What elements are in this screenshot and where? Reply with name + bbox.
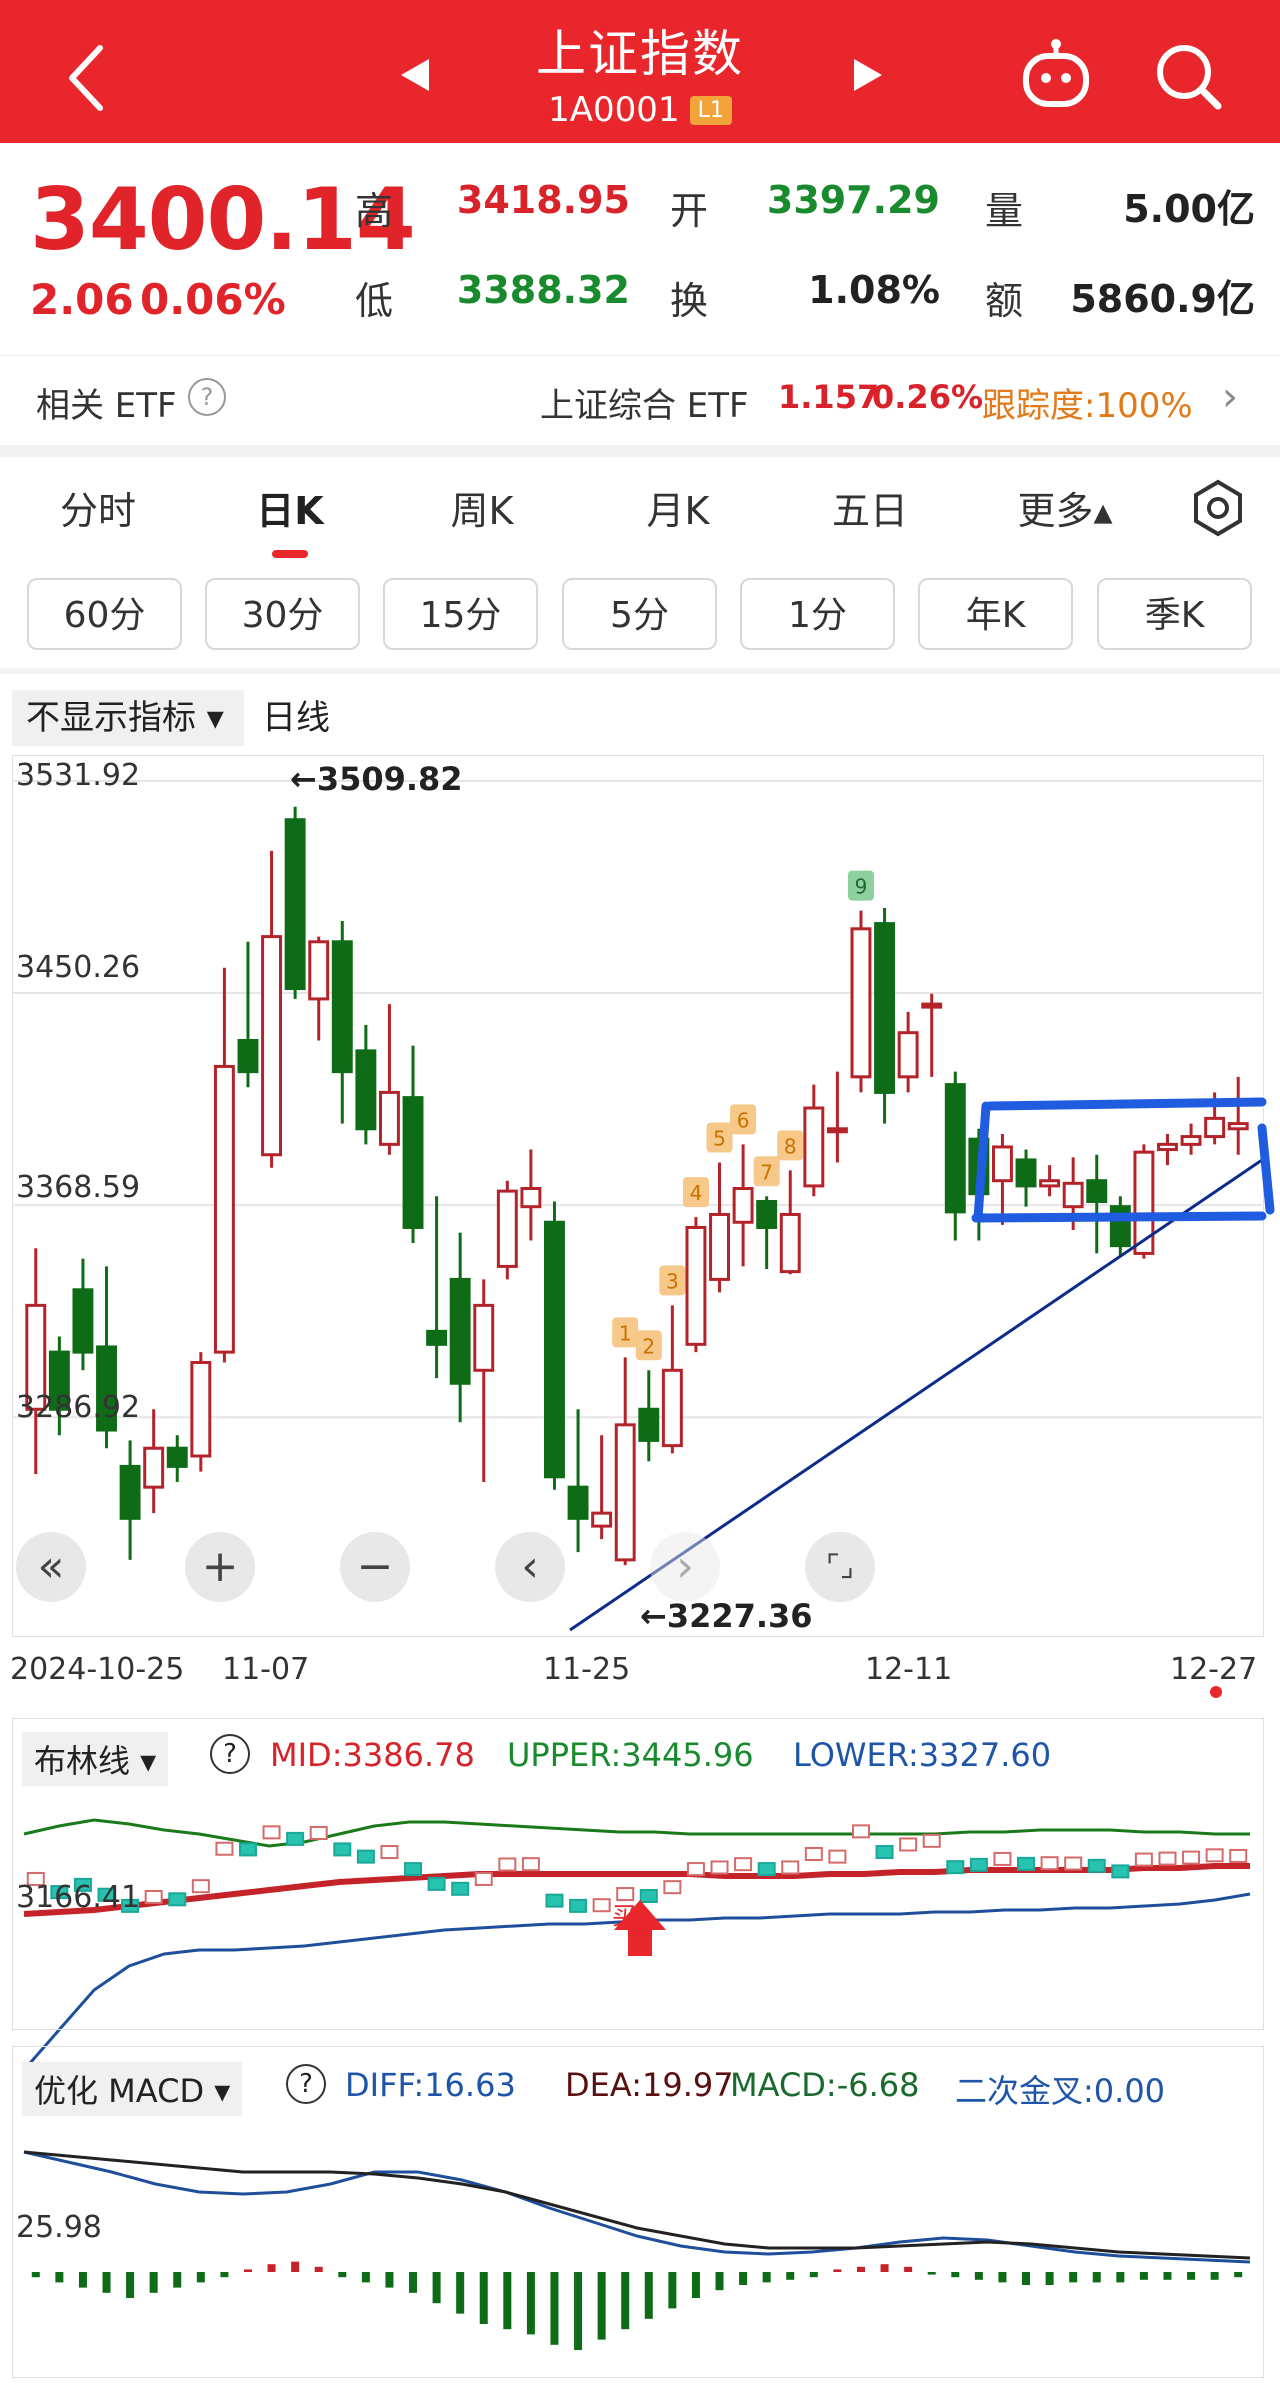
candle-body-18 — [449, 1277, 471, 1385]
zoom-out-button[interactable]: − — [340, 1532, 410, 1602]
y-label-4: 3286.92 — [16, 1390, 141, 1425]
candle-body-33 — [803, 1106, 825, 1188]
candlestick-chart[interactable]: 123456789 — [0, 0, 1280, 2395]
macd-y-label: 25.98 — [16, 2210, 102, 2245]
candle-body-21 — [520, 1187, 542, 1209]
candle-body-32 — [779, 1212, 801, 1274]
td-label-4: 4 — [690, 1181, 703, 1205]
candle-body-26 — [638, 1407, 660, 1442]
x-label-2: 11-07 — [222, 1652, 310, 1687]
candle-body-9 — [237, 1038, 259, 1074]
candle-body-14 — [355, 1049, 377, 1131]
candle-body-24 — [591, 1511, 613, 1528]
td-label-5: 5 — [713, 1127, 726, 1151]
low-annotation: ←3227.36 — [640, 1597, 813, 1635]
scroll-right-button[interactable]: › — [650, 1532, 720, 1602]
candle-body-27 — [661, 1368, 683, 1448]
candle-body-29 — [709, 1212, 730, 1281]
candle-body-37 — [897, 1031, 919, 1079]
td-label-2: 2 — [642, 1334, 655, 1358]
current-date-dot — [1210, 1686, 1222, 1698]
candle-body-7 — [190, 1361, 212, 1458]
rewind-button[interactable]: « — [16, 1532, 86, 1602]
candle-body-36 — [874, 922, 896, 1094]
candle-body-43 — [1039, 1179, 1061, 1188]
candle-body-50 — [1204, 1116, 1226, 1139]
macd-golden-cross: 二次金叉:0.00 — [955, 2072, 1166, 2110]
candle-body-45 — [1086, 1179, 1108, 1203]
candle-body-47 — [1133, 1150, 1155, 1255]
candle-body-10 — [261, 935, 283, 1157]
x-label-5: 12-27 — [1170, 1652, 1258, 1687]
candle-body-13 — [331, 940, 353, 1074]
candle-body-34 — [826, 1127, 848, 1134]
boll-y-label: 3166.41 — [16, 1880, 141, 1915]
scroll-left-button[interactable]: ‹ — [495, 1532, 565, 1602]
buy-signal-label: 买 — [612, 1902, 636, 1930]
candle-body-12 — [308, 940, 330, 1001]
candle-body-41 — [991, 1145, 1013, 1183]
candle-body-8 — [213, 1064, 235, 1354]
candle-body-25 — [614, 1423, 636, 1562]
td-label-6: 6 — [737, 1108, 750, 1132]
y-label-1: 3531.92 — [16, 758, 141, 793]
x-label-4: 12-11 — [865, 1652, 953, 1687]
zoom-in-button[interactable]: + — [185, 1532, 255, 1602]
x-label-3: 11-25 — [543, 1652, 631, 1687]
y-label-2: 3450.26 — [16, 950, 141, 985]
candle-body-11 — [284, 818, 306, 991]
candle-body-4 — [119, 1464, 141, 1520]
boll-selector[interactable]: 布林线 ▾ — [22, 1732, 169, 1786]
candle-body-28 — [685, 1225, 707, 1346]
candle-body-31 — [756, 1199, 778, 1229]
candle-body-20 — [496, 1189, 518, 1268]
macd-dea: DEA:19.97 — [565, 2066, 734, 2104]
candle-body-48 — [1157, 1142, 1178, 1152]
candle-body-6 — [166, 1446, 188, 1468]
candle-body-16 — [402, 1096, 424, 1229]
td-label-9: 9 — [855, 875, 868, 899]
candle-body-30 — [732, 1187, 754, 1224]
td-label-7: 7 — [760, 1160, 773, 1184]
candle-body-5 — [143, 1446, 165, 1489]
candle-body-38 — [921, 1002, 943, 1009]
boll-upper: UPPER:3445.96 — [507, 1736, 754, 1774]
candle-body-44 — [1062, 1181, 1084, 1209]
candle-body-51 — [1227, 1122, 1249, 1131]
candle-body-2 — [72, 1288, 94, 1354]
fullscreen-button[interactable]: ⌜⌟ — [805, 1532, 875, 1602]
boll-help-icon[interactable]: ? — [210, 1734, 250, 1774]
candle-body-42 — [1015, 1158, 1037, 1188]
td-label-8: 8 — [784, 1134, 797, 1158]
candle-body-17 — [426, 1329, 448, 1346]
high-annotation: ←3509.82 — [290, 760, 463, 798]
boll-lower: LOWER:3327.60 — [793, 1736, 1052, 1774]
candle-body-49 — [1180, 1135, 1202, 1146]
candle-body-35 — [850, 927, 872, 1079]
macd-selector[interactable]: 优化 MACD ▾ — [22, 2062, 243, 2116]
boll-mid: MID:3386.78 — [270, 1736, 475, 1774]
macd-value: MACD:-6.68 — [730, 2066, 920, 2104]
macd-help-icon[interactable]: ? — [286, 2064, 326, 2104]
candle-body-39 — [944, 1083, 966, 1214]
candle-body-15 — [378, 1090, 400, 1146]
x-label-1: 2024-10-25 — [10, 1652, 185, 1687]
candle-body-19 — [473, 1303, 495, 1372]
y-label-3: 3368.59 — [16, 1170, 141, 1205]
candle-body-22 — [544, 1220, 565, 1479]
candle-body-23 — [567, 1485, 589, 1520]
td-label-3: 3 — [666, 1269, 679, 1293]
td-label-1: 1 — [619, 1321, 632, 1345]
macd-diff: DIFF:16.63 — [345, 2066, 516, 2104]
